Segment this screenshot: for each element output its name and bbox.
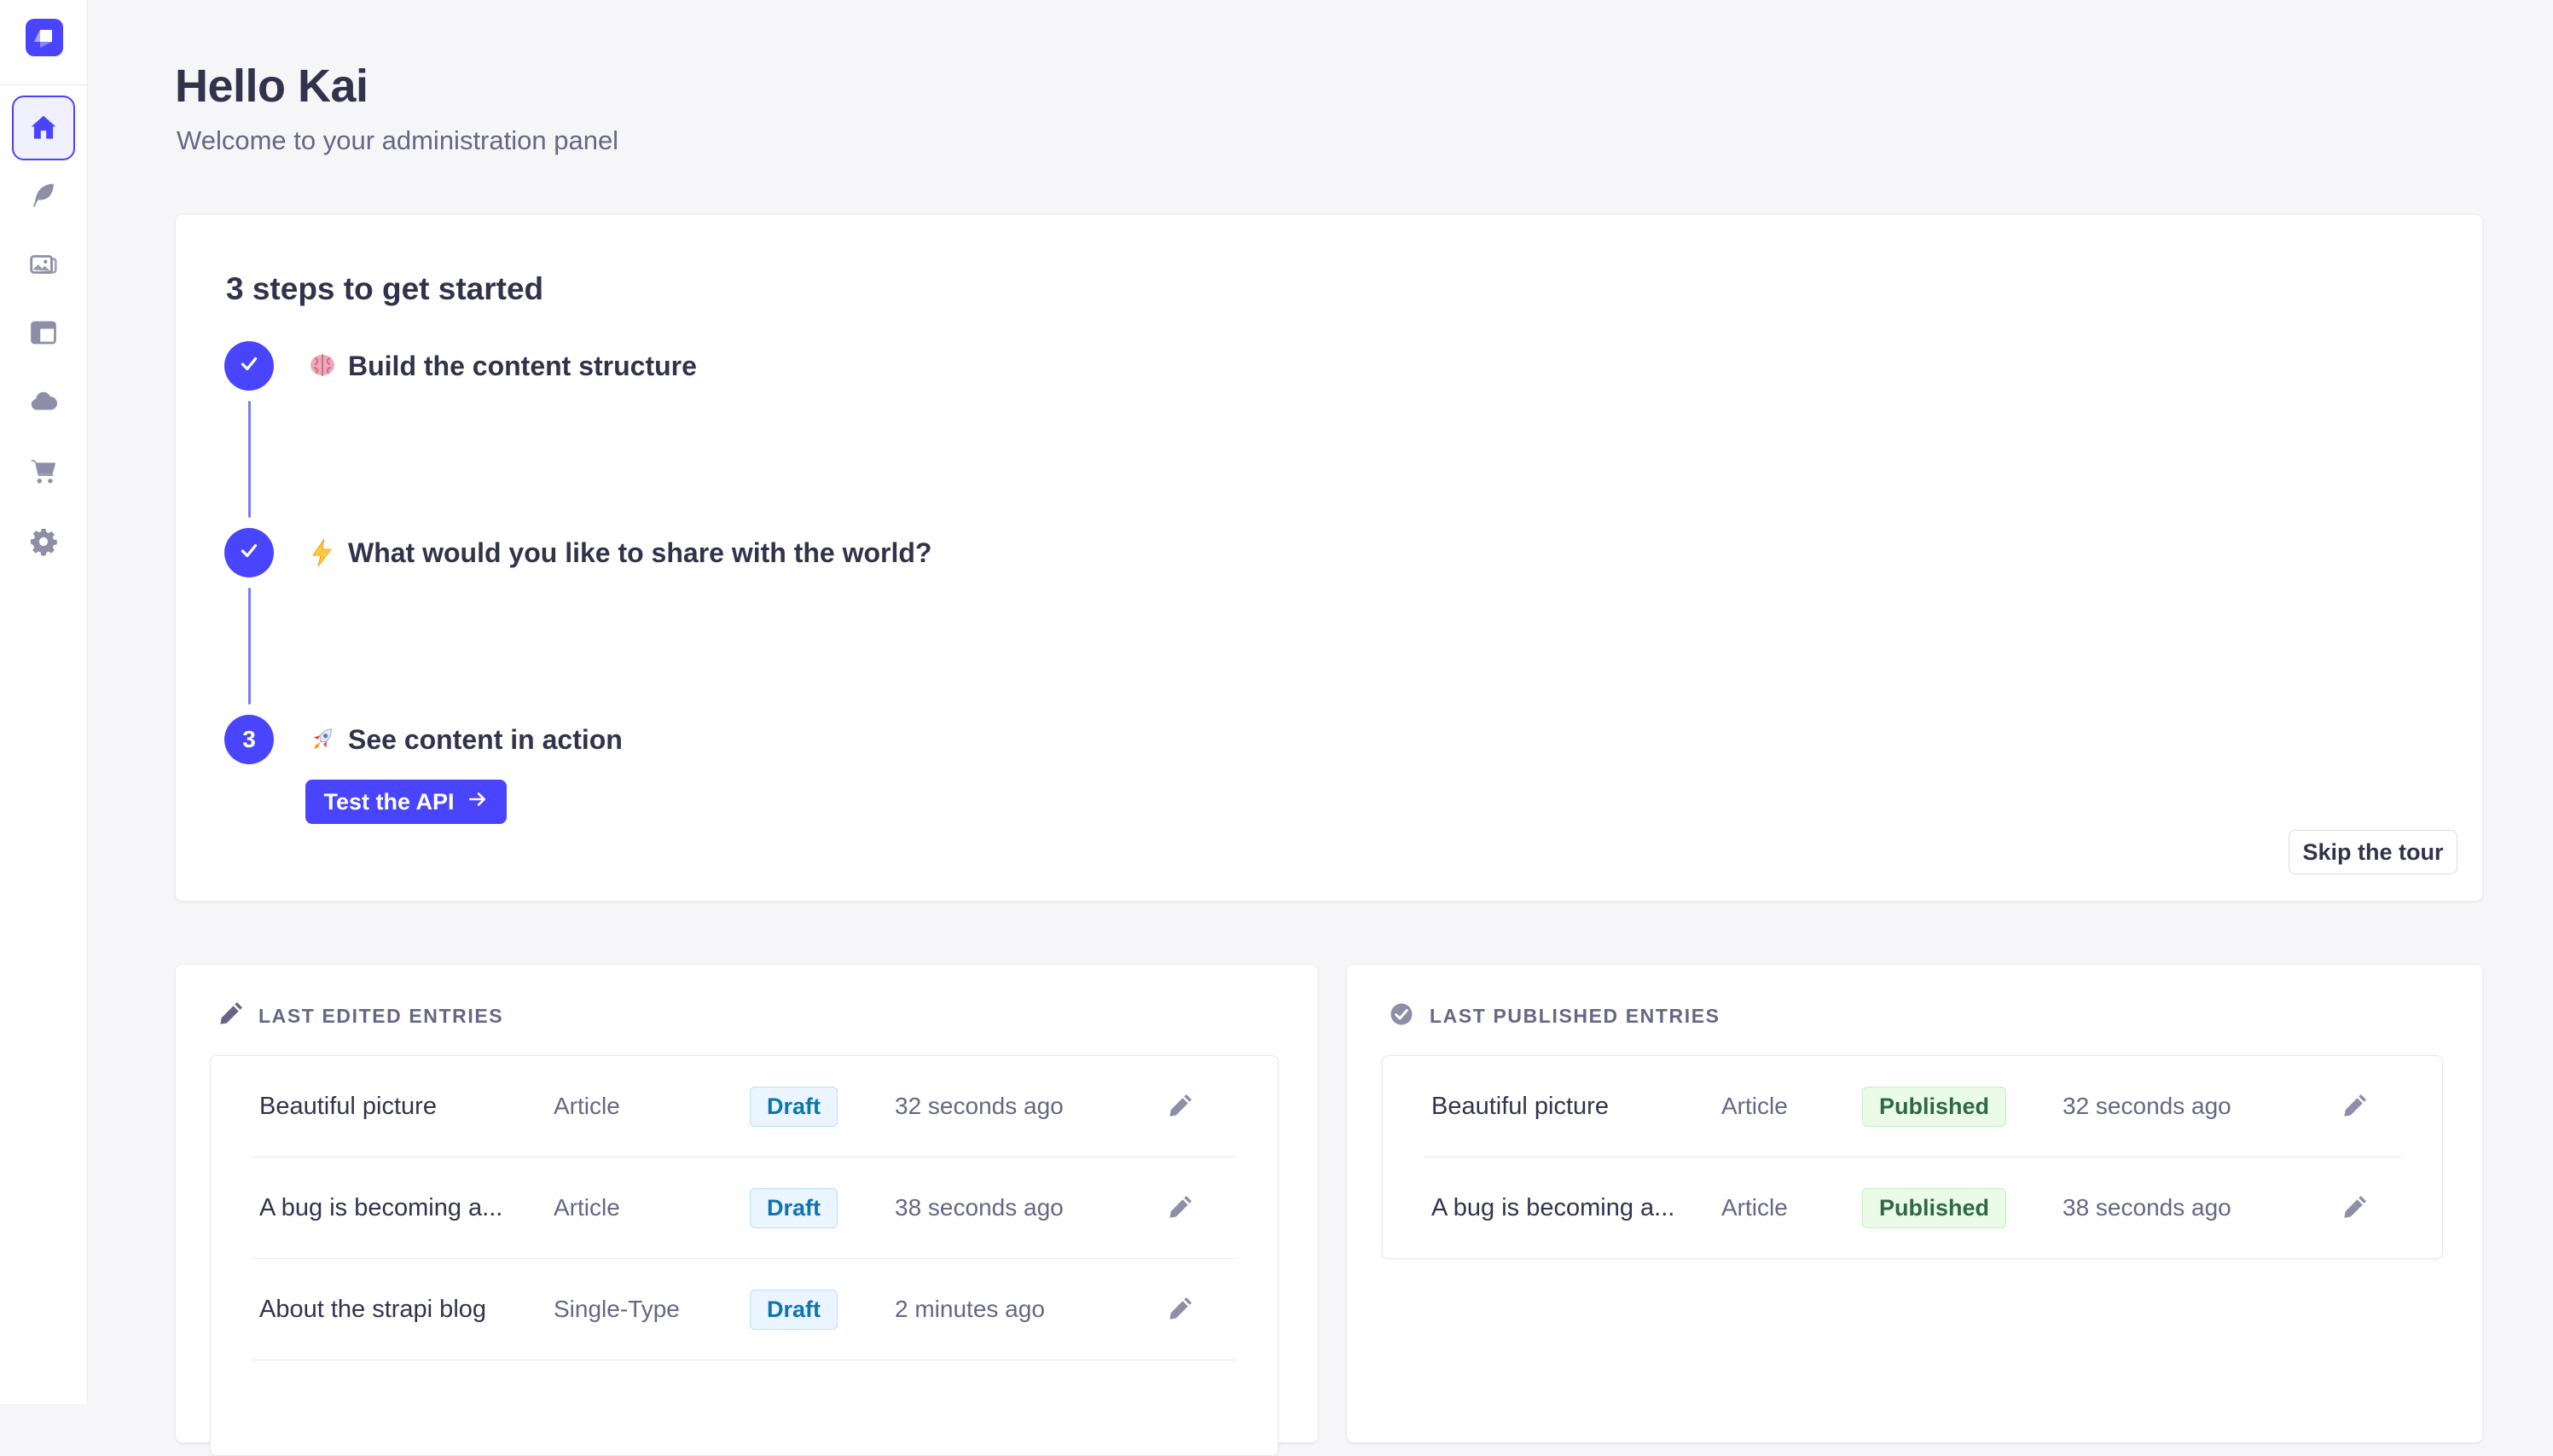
entry-type: Article	[554, 1194, 750, 1221]
rocket-emoji	[307, 724, 338, 755]
sidebar-item-content-manager[interactable]	[14, 165, 73, 225]
skip-the-tour-button[interactable]: Skip the tour	[2289, 830, 2457, 874]
entry-title: Beautiful picture	[1431, 1093, 1721, 1121]
last-published-entries-header: LAST PUBLISHED ENTRIES	[1389, 1002, 1720, 1030]
last-published-entries-table: Beautiful picture Article Published 32 s…	[1382, 1055, 2443, 1259]
entry-title: Beautiful picture	[259, 1093, 554, 1121]
pencil-icon	[2341, 1093, 2367, 1119]
sidebar-item-home[interactable]	[12, 96, 75, 160]
entry-time: 38 seconds ago	[2063, 1194, 2335, 1221]
marketplace-cart-icon	[27, 455, 60, 487]
sidebar-item-settings[interactable]	[14, 512, 73, 571]
pencil-icon	[218, 1001, 243, 1031]
media-library-icon	[27, 248, 60, 281]
sidebar	[0, 0, 88, 1404]
last-published-entries-panel: LAST PUBLISHED ENTRIES Beautiful picture…	[1347, 965, 2482, 1442]
step-2-done-circle	[224, 528, 274, 577]
edit-entry-button[interactable]	[2335, 1189, 2373, 1227]
check-icon	[238, 539, 260, 567]
last-edited-entries-header: LAST EDITED ENTRIES	[218, 1002, 503, 1030]
page-subtitle: Welcome to your administration panel	[177, 125, 618, 156]
check-circle-icon	[1389, 1001, 1414, 1031]
entry-time: 32 seconds ago	[2063, 1093, 2335, 1120]
step-3-number-circle: 3	[224, 715, 274, 764]
step-1-text: Build the content structure	[348, 351, 697, 382]
table-row[interactable]: Beautiful picture Article Published 32 s…	[1383, 1056, 2442, 1157]
settings-gear-icon	[28, 526, 59, 557]
page-title: Hello Kai	[175, 60, 368, 113]
entry-type: Article	[554, 1093, 750, 1120]
status-badge: Draft	[750, 1087, 838, 1127]
sidebar-item-media-library[interactable]	[14, 235, 73, 294]
test-the-api-button[interactable]: Test the API	[305, 780, 507, 824]
last-edited-entries-title: LAST EDITED ENTRIES	[258, 1005, 503, 1028]
sidebar-item-content-type-builder[interactable]	[14, 303, 73, 363]
entry-time: 38 seconds ago	[895, 1194, 1161, 1221]
onboarding-card: 3 steps to get started Build the content…	[176, 215, 2482, 901]
zap-emoji	[307, 537, 338, 568]
step-3-number: 3	[242, 726, 256, 753]
step-2-text: What would you like to share with the wo…	[348, 537, 931, 569]
step-connector	[248, 588, 251, 705]
last-edited-entries-panel: LAST EDITED ENTRIES Beautiful picture Ar…	[176, 965, 1318, 1442]
edit-entry-button[interactable]	[2335, 1088, 2373, 1125]
step-1-done-circle	[224, 341, 274, 391]
content-type-builder-icon	[28, 317, 59, 348]
last-edited-entries-table: Beautiful picture Article Draft 32 secon…	[210, 1055, 1279, 1456]
status-badge: Draft	[750, 1290, 838, 1330]
table-row[interactable]: About the strapi blog Single-Type Draft …	[211, 1259, 1278, 1360]
sidebar-item-marketplace[interactable]	[14, 441, 73, 501]
cloud-icon	[27, 386, 60, 418]
sidebar-divider	[0, 84, 88, 85]
brain-emoji	[307, 351, 338, 381]
test-the-api-label: Test the API	[323, 789, 454, 815]
table-row[interactable]: A bug is becoming a... Article Draft 38 …	[211, 1157, 1278, 1258]
entry-time: 32 seconds ago	[895, 1093, 1161, 1120]
status-badge: Published	[1862, 1087, 2006, 1127]
edit-entry-button[interactable]	[1161, 1088, 1198, 1125]
last-published-entries-title: LAST PUBLISHED ENTRIES	[1430, 1005, 1720, 1028]
step-3-text: See content in action	[348, 724, 623, 756]
sidebar-item-cloud[interactable]	[14, 372, 73, 432]
entry-title: About the strapi blog	[259, 1296, 554, 1324]
entry-time: 2 minutes ago	[895, 1296, 1161, 1323]
home-icon	[27, 112, 60, 144]
strapi-logo-icon	[26, 19, 63, 56]
pencil-icon	[1167, 1296, 1192, 1322]
skip-the-tour-label: Skip the tour	[2302, 839, 2443, 866]
entry-type: Single-Type	[554, 1296, 750, 1323]
pencil-icon	[1167, 1195, 1192, 1221]
table-row[interactable]: Beautiful picture Article Draft 32 secon…	[211, 1056, 1278, 1157]
step-3-label[interactable]: See content in action	[307, 718, 623, 761]
table-row[interactable]: A bug is becoming a... Article Published…	[1383, 1157, 2442, 1258]
edit-entry-button[interactable]	[1161, 1291, 1198, 1328]
pencil-icon	[2341, 1195, 2367, 1221]
onboarding-title: 3 steps to get started	[226, 271, 543, 307]
entry-title: A bug is becoming a...	[259, 1194, 554, 1222]
status-badge: Draft	[750, 1188, 838, 1228]
entry-title: A bug is becoming a...	[1431, 1194, 1721, 1222]
step-2-label[interactable]: What would you like to share with the wo…	[307, 531, 931, 574]
entry-type: Article	[1721, 1194, 1862, 1221]
arrow-right-icon	[467, 788, 489, 816]
edit-entry-button[interactable]	[1161, 1189, 1198, 1227]
entry-type: Article	[1721, 1093, 1862, 1120]
status-badge: Published	[1862, 1188, 2006, 1228]
step-1-label[interactable]: Build the content structure	[307, 345, 697, 387]
check-icon	[238, 352, 260, 380]
content-manager-feather-icon	[28, 180, 59, 211]
pencil-icon	[1167, 1093, 1192, 1119]
step-connector	[248, 401, 251, 518]
